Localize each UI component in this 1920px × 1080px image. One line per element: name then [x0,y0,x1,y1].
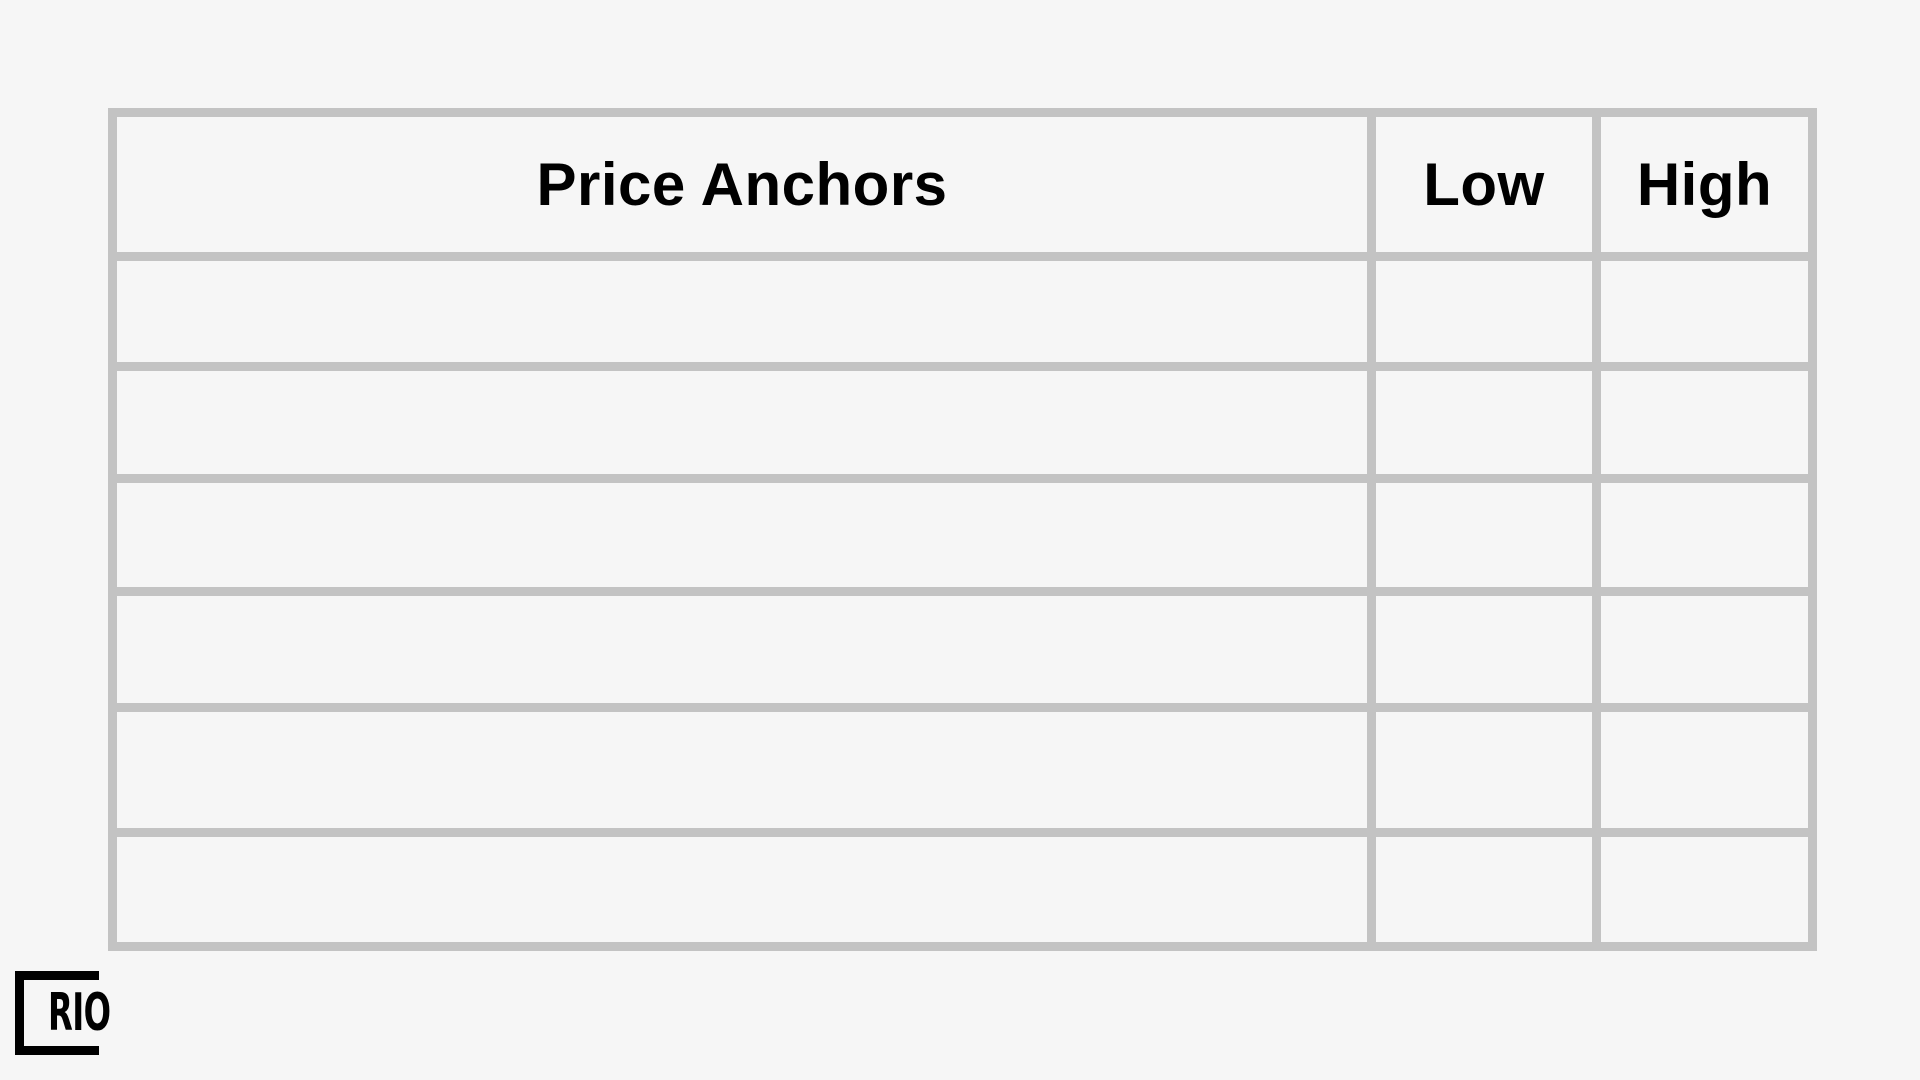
cell-high[interactable] [1601,837,1808,942]
price-anchors-table: Price Anchors Low High [108,108,1817,951]
cell-low[interactable] [1376,371,1592,474]
cell-high[interactable] [1601,261,1808,362]
rio-logo: RIO [15,971,111,1055]
cell-low[interactable] [1376,712,1592,828]
cell-high[interactable] [1601,712,1808,828]
cell-high[interactable] [1601,483,1808,587]
cell-price-anchor[interactable] [117,261,1367,362]
cell-high[interactable] [1601,371,1808,474]
cell-high[interactable] [1601,596,1808,703]
logo-text: RIO [48,983,111,1043]
cell-price-anchor[interactable] [117,837,1367,942]
cell-low[interactable] [1376,483,1592,587]
cell-low[interactable] [1376,596,1592,703]
header-label: High [1636,151,1773,218]
cell-price-anchor[interactable] [117,483,1367,587]
cell-price-anchor[interactable] [117,371,1367,474]
cell-low[interactable] [1376,261,1592,362]
header-low: Low [1376,117,1592,252]
header-high: High [1601,117,1808,252]
cell-price-anchor[interactable] [117,596,1367,703]
cell-low[interactable] [1376,837,1592,942]
cell-price-anchor[interactable] [117,712,1367,828]
header-price-anchor: Price Anchors [117,117,1367,252]
header-label: Low [1423,151,1545,218]
header-label: Price Anchors [536,151,948,218]
